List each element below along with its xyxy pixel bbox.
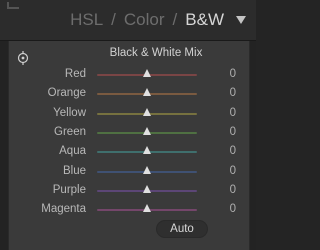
slider-value[interactable]: 0: [218, 67, 236, 81]
slider-value[interactable]: 0: [218, 164, 236, 178]
tab-bw[interactable]: B&W: [185, 10, 224, 29]
slider-row-red: Red 0: [0, 67, 256, 81]
slider-row-green: Green 0: [0, 125, 256, 139]
slider-value[interactable]: 0: [218, 125, 236, 139]
slider-row-blue: Blue 0: [0, 164, 256, 178]
slider-label: Magenta: [41, 203, 86, 216]
slider-value[interactable]: 0: [218, 183, 236, 197]
corner-bracket-icon: [7, 2, 19, 9]
slider-row-orange: Orange 0: [0, 86, 256, 100]
auto-button[interactable]: Auto: [156, 220, 208, 238]
slider-thumb[interactable]: [143, 204, 151, 213]
slider-label: Red: [64, 68, 86, 80]
slider-row-yellow: Yellow 0: [0, 106, 256, 120]
slider-thumb[interactable]: [143, 184, 151, 193]
slider-value[interactable]: 0: [218, 202, 236, 216]
targeted-adjustment-icon[interactable]: [16, 51, 30, 65]
tab-color[interactable]: Color: [124, 10, 165, 29]
slider-label: Purple: [52, 183, 86, 196]
slider-label: Green: [54, 125, 86, 138]
slider-value[interactable]: 0: [218, 106, 236, 120]
collapse-triangle-icon[interactable]: [236, 16, 246, 24]
slider-thumb[interactable]: [143, 165, 151, 174]
slider-value[interactable]: 0: [218, 86, 236, 100]
section-title: Black & White Mix: [109, 47, 203, 59]
slider-label: Yellow: [53, 106, 86, 119]
tab-separator: /: [172, 10, 178, 29]
slider-label: Orange: [47, 87, 86, 100]
panel-tabs: HSL / Color / B&W: [70, 10, 224, 30]
slider-row-purple: Purple 0: [0, 183, 256, 197]
slider-value[interactable]: 0: [218, 144, 236, 158]
slider-thumb[interactable]: [143, 146, 151, 155]
slider-label: Blue: [62, 164, 86, 177]
slider-thumb[interactable]: [143, 126, 151, 135]
slider-label: Aqua: [59, 145, 86, 158]
tab-hsl[interactable]: HSL: [70, 10, 103, 29]
slider-row-magenta: Magenta 0: [0, 202, 256, 216]
slider-thumb[interactable]: [143, 88, 151, 97]
slider-thumb[interactable]: [143, 107, 151, 116]
tab-separator: /: [111, 10, 116, 29]
slider-thumb[interactable]: [143, 69, 151, 77]
panel-header[interactable]: HSL / Color / B&W: [0, 0, 256, 41]
slider-row-aqua: Aqua 0: [0, 144, 256, 158]
